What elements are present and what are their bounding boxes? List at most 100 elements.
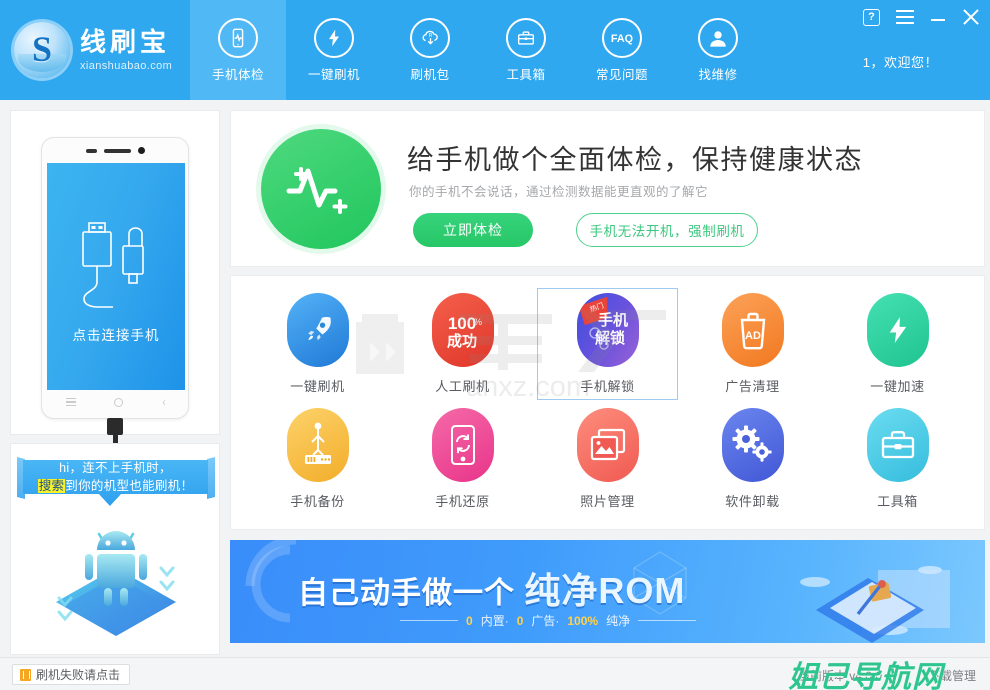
rom-cloud-download-icon: R <box>410 17 450 58</box>
tile-label: 照片管理 <box>580 494 635 510</box>
tile-software-uninstall[interactable]: 软件卸载 <box>682 404 823 516</box>
ad-trash-icon: AD <box>721 292 784 367</box>
tile-ad-cleanup[interactable]: AD 广告清理 <box>682 288 823 400</box>
banner-rule-right <box>638 620 697 621</box>
nav-item-faq[interactable]: FAQ 常见问题 <box>574 0 670 100</box>
phone-camera-icon <box>137 147 145 154</box>
phone-check-icon <box>218 17 258 58</box>
banner-sub-5: 纯净 <box>606 614 631 628</box>
tile-label: 工具箱 <box>877 494 918 510</box>
phone-nav-bar: ‹ <box>47 390 185 414</box>
back-icon: ‹ <box>162 395 166 409</box>
usb-cable-icon <box>82 221 144 308</box>
tile-manual-flash[interactable]: 100 % 成功 人工刷机 <box>392 288 533 400</box>
lightning-icon <box>314 17 354 58</box>
force-flash-button[interactable]: 手机无法开机，强制刷机 <box>576 213 758 247</box>
promo-line-1: hi，连不上手机时， <box>59 460 172 475</box>
flash-failed-button[interactable]: 刷机失败请点击 <box>12 664 131 685</box>
device-panel[interactable]: 点击连接手机 ‹ <box>10 110 220 444</box>
promo-highlight: 搜索 <box>37 479 66 493</box>
banner-title: 自己动手做一个 纯净ROM <box>298 562 685 614</box>
heartbeat-icon <box>261 129 381 249</box>
nav-item-phone-check[interactable]: 手机体检 <box>190 0 286 100</box>
banner-sub-4: 100% <box>567 613 599 628</box>
app-window: S 线刷宝 xianshuabao.com 手机体检 一键刷机 R 刷机包 工具… <box>0 0 990 690</box>
connect-phone-text: 点击连接手机 <box>72 327 160 343</box>
svg-text:100: 100 <box>447 314 475 333</box>
tile-label: 一键刷机 <box>290 378 345 394</box>
tile-label: 广告清理 <box>725 378 780 394</box>
window-controls: ? <box>863 4 980 30</box>
tile-photo-manager[interactable]: 照片管理 <box>537 404 678 516</box>
tile-phone-unlock[interactable]: 热门 手机 解锁 手机解锁 <box>537 288 678 400</box>
welcome-text: 1，欢迎您！ <box>862 55 938 70</box>
menu-icon <box>66 398 77 406</box>
promo-line-2-rest: 到你的机型也能刷机！ <box>65 479 194 493</box>
promo-speech-bubble[interactable]: hi，连不上手机时， 搜索到你的机型也能刷机！ <box>23 460 208 506</box>
banner-rule-left <box>400 620 458 621</box>
phone-sensor <box>85 148 97 153</box>
tile-label: 人工刷机 <box>435 378 490 394</box>
tile-toolbox[interactable]: 工具箱 <box>827 404 968 516</box>
download-manager-link[interactable]: 下载管理 <box>928 667 976 684</box>
banner-sub-2: 0 <box>516 613 524 628</box>
android-robot-icon <box>56 531 176 636</box>
tile-phone-backup[interactable]: 手机备份 <box>247 404 388 516</box>
banner-sub-0: 0 <box>466 613 473 628</box>
status-bar: 刷机失败请点击 当前版本 v4.0.0 下载管理 <box>0 657 990 690</box>
help-icon[interactable]: ? <box>863 8 880 26</box>
phone-illustration: 点击连接手机 ‹ <box>41 137 189 444</box>
phone-top-bar <box>42 138 188 163</box>
nav-item-one-key-flash[interactable]: 一键刷机 <box>286 0 382 100</box>
gears-uninstall-icon <box>721 408 784 483</box>
svg-text:AD: AD <box>745 330 761 342</box>
svg-text:手机: 手机 <box>597 311 627 329</box>
nav-label: 工具箱 <box>506 67 546 82</box>
rocket-icon <box>286 292 349 367</box>
user-repair-icon <box>698 17 738 58</box>
svg-text:%: % <box>473 317 481 327</box>
nav-label: 手机体检 <box>211 67 264 82</box>
toolbox-icon <box>506 17 546 58</box>
nav-item-rom-package[interactable]: R 刷机包 <box>382 0 478 100</box>
tile-label: 软件卸载 <box>725 494 780 510</box>
photo-gallery-icon <box>576 408 639 483</box>
backup-usb-icon <box>286 408 349 483</box>
home-icon <box>114 397 124 407</box>
brand-text: 线刷宝 xianshuabao.com <box>80 28 172 72</box>
tile-one-key-speedup[interactable]: 一键加速 <box>827 288 968 400</box>
brand-name-en: xianshuabao.com <box>80 59 173 72</box>
phone-restore-icon <box>431 408 494 483</box>
minimize-icon[interactable] <box>930 9 946 25</box>
tile-label: 手机备份 <box>290 494 345 510</box>
start-check-button[interactable]: 立即体检 <box>413 213 533 247</box>
promo-line-2: 搜索到你的机型也能刷机！ <box>37 477 194 495</box>
tile-one-key-flash[interactable]: 一键刷机 <box>247 288 388 400</box>
hero-section: 给手机做个全面体检，保持健康状态 你的手机不会说话，通过检测数据能更直观的了解它… <box>230 110 985 267</box>
nav-label: 一键刷机 <box>307 67 360 82</box>
rom-promo-banner[interactable]: 自己动手做一个 纯净ROM 0 内置· 0 广告· 100% 纯净 <box>230 540 985 643</box>
version-label: 当前版本 v4.0.0 <box>797 669 882 683</box>
svg-text:R: R <box>428 33 432 39</box>
nav-item-find-repair[interactable]: 找维修 <box>670 0 766 100</box>
tile-label: 手机还原 <box>435 494 490 510</box>
banner-title-prefix: 自己动手做一个 <box>298 577 515 610</box>
svg-text:成功: 成功 <box>446 332 476 350</box>
tile-phone-restore[interactable]: 手机还原 <box>392 404 533 516</box>
hamburger-menu-icon[interactable] <box>896 10 914 24</box>
nav-label: 刷机包 <box>410 67 450 82</box>
nav-label: 常见问题 <box>595 67 648 82</box>
banner-sub-1: 内置· <box>480 614 509 628</box>
hero-subtitle: 你的手机不会说话，通过检测数据能更直观的了解它 <box>409 185 709 199</box>
usb-plug-icon <box>107 418 123 444</box>
nav-item-toolbox[interactable]: 工具箱 <box>478 0 574 100</box>
flash-failed-label: 刷机失败请点击 <box>36 668 121 682</box>
logo-mark-icon: S <box>14 22 70 78</box>
close-icon[interactable] <box>962 8 980 26</box>
banner-sub-3: 广告· <box>531 614 560 628</box>
promo-panel: hi，连不上手机时， 搜索到你的机型也能刷机！ <box>10 443 220 655</box>
phone-screen[interactable]: 点击连接手机 <box>47 163 185 390</box>
banner-subtitle: 0 内置· 0 广告· 100% 纯净 <box>400 612 697 629</box>
warning-book-icon <box>20 668 31 681</box>
phone-unlock-icon: 热门 手机 解锁 <box>576 292 639 367</box>
